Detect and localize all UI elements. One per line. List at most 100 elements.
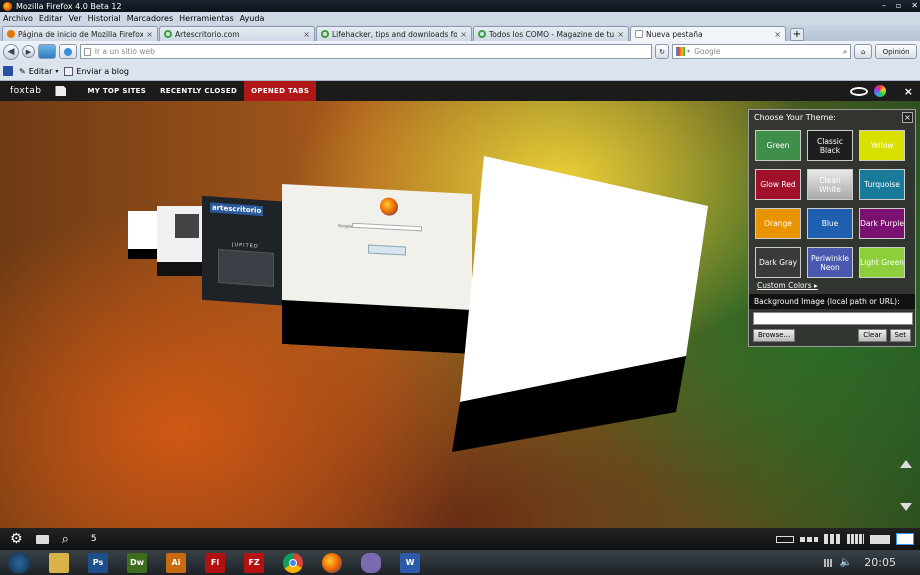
new-tab-button[interactable]: + [790, 28, 804, 41]
theme-classic-black[interactable]: Classic Black [807, 130, 853, 161]
search-input[interactable]: ▾ Google ⌕ [672, 44, 852, 59]
theme-orange[interactable]: Orange [755, 208, 801, 239]
tab-thumbnail-active[interactable] [450, 156, 710, 456]
start-button[interactable] [8, 551, 30, 574]
opened-tabs-link[interactable]: OPENED TABS [244, 81, 317, 101]
menu-editar[interactable]: Editar [39, 14, 63, 23]
theme-blue[interactable]: Blue [807, 208, 853, 239]
custom-colors-link[interactable]: Custom Colors ▸ [749, 278, 915, 290]
taskbar-explorer[interactable] [49, 552, 69, 573]
layout-carousel-icon[interactable] [776, 535, 794, 543]
taskbar-dreamweaver[interactable]: Dw [127, 552, 147, 573]
panorama-button[interactable] [37, 44, 56, 59]
set-button[interactable]: Set [889, 329, 911, 342]
search-icon[interactable]: ⌕ [62, 532, 69, 547]
foxtab-toolbar-button[interactable] [58, 44, 77, 59]
scroll-down-icon[interactable] [900, 503, 912, 511]
options-button[interactable]: Opinión [875, 44, 918, 59]
reload-button[interactable]: ↻ [655, 44, 670, 59]
close-tab-icon[interactable]: × [774, 30, 781, 39]
close-tab-icon[interactable]: × [146, 30, 153, 39]
menu-historial[interactable]: Historial [88, 14, 121, 23]
theme-dark-purple[interactable]: Dark Purple [859, 208, 905, 239]
scroll-up-icon[interactable] [900, 460, 912, 468]
background-image-input[interactable] [753, 312, 913, 325]
theme-green[interactable]: Green [755, 130, 801, 161]
tab-thumbnail-firefox-home[interactable]: Google [282, 184, 472, 354]
tab-label: Nueva pestaña [646, 29, 703, 39]
taskbar-chrome[interactable] [283, 552, 303, 573]
taskbar-firefox[interactable] [322, 552, 342, 573]
taskbar-photoshop[interactable]: Ps [88, 552, 108, 573]
tab-nueva-pestana[interactable]: Nueva pestaña × [630, 26, 786, 41]
close-window-button[interactable]: ✕ [911, 0, 918, 12]
close-foxtab-icon[interactable]: × [904, 85, 913, 98]
illustrator-icon: Ai [171, 558, 181, 567]
send-to-blog-bookmark[interactable]: Enviar a blog [64, 66, 129, 76]
theme-light-green[interactable]: Light Green [859, 247, 905, 278]
close-tab-icon[interactable]: × [617, 30, 624, 39]
eye-icon[interactable] [849, 86, 868, 96]
minimize-button[interactable]: – [882, 0, 886, 12]
menu-marcadores[interactable]: Marcadores [127, 14, 173, 23]
briefcase-icon[interactable] [35, 534, 49, 544]
close-tab-icon[interactable]: × [303, 30, 310, 39]
addon-icon[interactable] [3, 66, 13, 76]
close-theme-panel-icon[interactable]: × [902, 111, 913, 123]
triangle-right-icon: ▸ [814, 281, 818, 290]
taskbar-flash[interactable]: Fl [205, 552, 225, 573]
layout-grid-icon[interactable] [824, 534, 841, 544]
theme-turquoise[interactable]: Turquoise [859, 169, 905, 200]
tab-thumbnail-artescritorio[interactable]: artescritorio JUPITED [202, 195, 292, 307]
maximize-button[interactable]: ▫ [896, 0, 901, 12]
edit-bookmark[interactable]: ✎ Editar ▾ [19, 67, 58, 76]
layout-wall-icon[interactable] [870, 534, 890, 544]
recently-closed-link[interactable]: RECENTLY CLOSED [153, 81, 244, 101]
foxtab-bottom-bar: ⚙ ⌕ 5 [0, 528, 920, 550]
clear-button[interactable]: Clear [858, 329, 887, 342]
taskbar-illustrator[interactable]: Ai [166, 552, 186, 573]
tab-label: Página de inicio de Mozilla Firefox [18, 29, 144, 39]
filezilla-icon: FZ [248, 558, 260, 567]
menu-archivo[interactable]: Archivo [3, 14, 33, 23]
browse-button[interactable]: Browse... [753, 329, 796, 342]
color-wheel-icon[interactable] [873, 85, 886, 97]
my-top-sites-link[interactable]: MY TOP SITES [80, 81, 153, 101]
clock[interactable]: 20:05 [864, 556, 896, 569]
url-input[interactable]: Ir a un sitio web [79, 44, 653, 59]
close-tab-icon[interactable]: × [460, 30, 467, 39]
theme-clean-white[interactable]: Clean White [807, 169, 853, 200]
theme-glow-red[interactable]: Glow Red [755, 169, 801, 200]
menu-ayuda[interactable]: Ayuda [240, 14, 265, 23]
taskbar-pidgin[interactable] [361, 552, 381, 573]
forward-button[interactable]: ▶ [21, 45, 35, 58]
tab-mozilla[interactable]: Página de inicio de Mozilla Firefox × [2, 26, 158, 41]
tab-lifehacker[interactable]: Lifehacker, tips and downloads for g... … [316, 26, 472, 41]
network-icon[interactable] [823, 558, 834, 567]
back-button[interactable]: ◀ [3, 43, 19, 60]
page-icon[interactable] [55, 86, 67, 96]
tab-count: 5 [90, 534, 97, 544]
settings-gear-icon[interactable]: ⚙ [10, 531, 23, 547]
theme-yellow[interactable]: Yellow [859, 130, 905, 161]
search-engine-dropdown-icon[interactable]: ▾ [687, 48, 690, 55]
photoshop-icon: Ps [92, 558, 104, 567]
layout-dense-grid-icon[interactable] [847, 534, 864, 544]
menu-herramientas[interactable]: Herramientas [179, 14, 234, 23]
theme-dark-gray[interactable]: Dark Gray [755, 247, 801, 278]
home-button[interactable]: ⌂ [854, 44, 873, 59]
tab-artescritorio[interactable]: Artescritorio.com × [159, 26, 315, 41]
tab-todoscomo[interactable]: Todos los COMO - Magazine de tuto... × [473, 26, 629, 41]
taskbar-filezilla[interactable]: FZ [244, 552, 264, 573]
taskbar-word[interactable]: W [400, 552, 420, 573]
volume-icon[interactable]: 🔈 [840, 557, 852, 568]
menu-ver[interactable]: Ver [69, 14, 82, 23]
loading-favicon-icon [478, 30, 486, 38]
search-icon[interactable]: ⌕ [843, 47, 847, 57]
theme-periwinkle-neon[interactable]: Periwinkle Neon [807, 247, 853, 278]
layout-row-icon[interactable] [800, 536, 818, 542]
tab-thumbnail-lifehacker[interactable] [157, 206, 205, 276]
layout-3d-icon[interactable] [896, 533, 914, 545]
foxtab-logo: foxtab [10, 86, 42, 96]
tab-thumbnail-far[interactable] [128, 211, 160, 259]
